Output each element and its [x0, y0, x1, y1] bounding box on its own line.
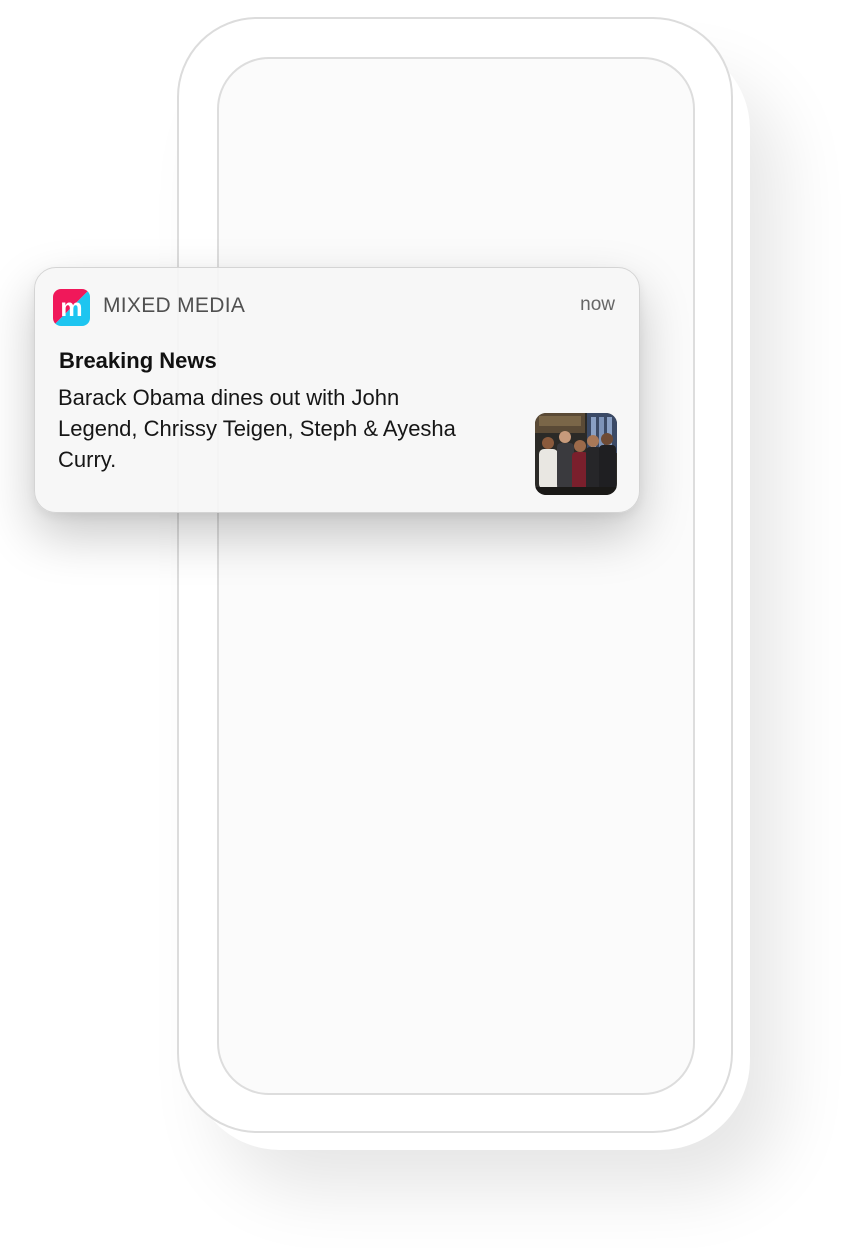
phone-frame — [177, 17, 733, 1133]
phone-screen — [217, 57, 695, 1095]
push-notification[interactable]: m MIXED MEDIA now Breaking News Barack O… — [34, 267, 640, 513]
app-icon-letter: m — [60, 294, 82, 322]
notification-thumbnail — [535, 413, 617, 495]
notification-body: Barack Obama dines out with John Legend,… — [58, 385, 456, 472]
notification-title: Breaking News — [59, 348, 217, 373]
notification-time: now — [580, 294, 615, 315]
mixed-media-logo-icon: m — [53, 289, 90, 326]
stage: m MIXED MEDIA now Breaking News Barack O… — [0, 0, 848, 1248]
app-name: MIXED MEDIA — [103, 294, 246, 317]
